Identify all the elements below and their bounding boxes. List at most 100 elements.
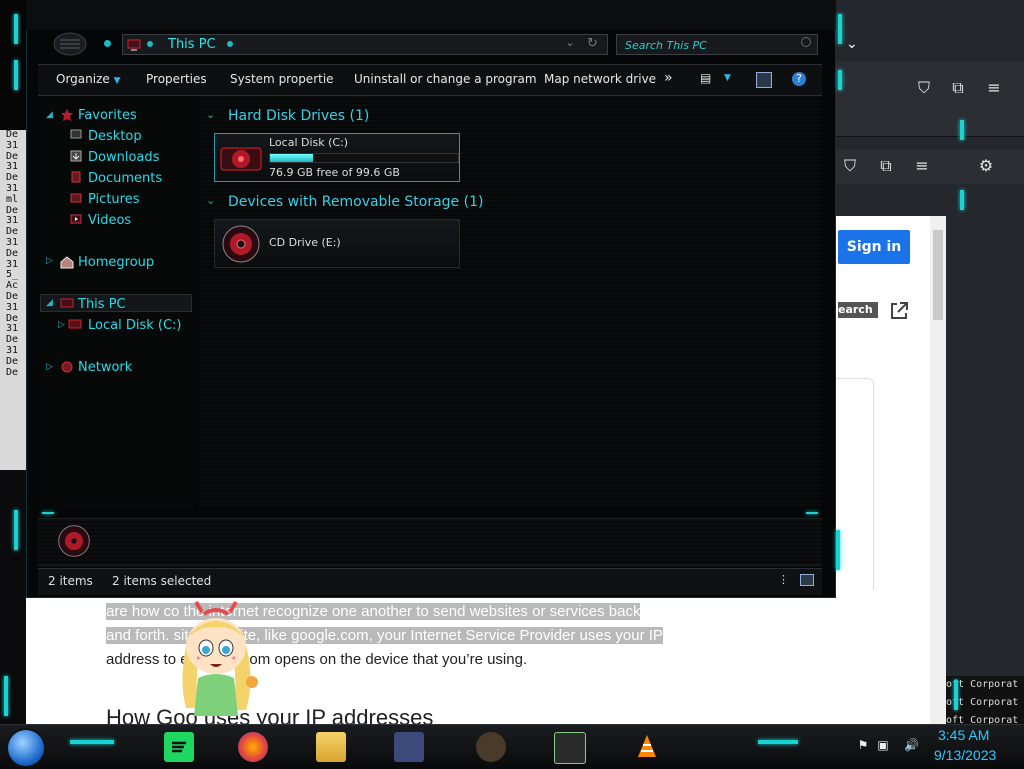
- more-commands-button[interactable]: »: [664, 70, 673, 86]
- clock-time[interactable]: 3:45 AM: [938, 727, 989, 743]
- taskbar-accent: [70, 740, 114, 744]
- breadcrumb-separator-icon[interactable]: [227, 41, 233, 47]
- group-hard-disk-drives[interactable]: Hard Disk Drives (1): [228, 108, 369, 124]
- homegroup-icon: [60, 256, 74, 269]
- spotify-app-icon[interactable]: [164, 732, 194, 762]
- system-properties-button[interactable]: System propertie: [230, 72, 334, 86]
- nav-pictures[interactable]: Pictures: [88, 192, 139, 207]
- clock-date[interactable]: 9/13/2023: [934, 747, 996, 763]
- map-network-drive-button[interactable]: Map network drive: [544, 72, 656, 86]
- firefox-app-icon[interactable]: [238, 732, 268, 762]
- breadcrumb-separator-icon[interactable]: [147, 41, 153, 47]
- frame-accent: [806, 512, 818, 514]
- nav-local-disk[interactable]: Local Disk (C:): [88, 318, 181, 333]
- address-dropdown-icon[interactable]: ⌄: [565, 35, 575, 49]
- expand-arrow-icon[interactable]: ▷: [46, 362, 53, 372]
- chevron-down-icon[interactable]: ⌄: [846, 36, 858, 52]
- hard-disk-icon: [220, 147, 262, 171]
- search-box[interactable]: [616, 34, 818, 55]
- expand-arrow-icon[interactable]: ◢: [46, 110, 53, 120]
- terminal-line: De: [6, 355, 19, 367]
- desktop-icon: [70, 129, 82, 139]
- downloads-icon: [70, 150, 82, 162]
- drive-c-usage-fill: [270, 154, 313, 162]
- menu-icon[interactable]: ≡: [984, 78, 1004, 98]
- sign-in-button[interactable]: Sign in: [838, 230, 910, 264]
- extensions-icon[interactable]: ⧉: [948, 78, 968, 98]
- menu-icon[interactable]: ≡: [912, 156, 932, 176]
- secondary-toolbar: ⛉ ⧉ ≡ ⚙: [836, 150, 1024, 184]
- nav-downloads[interactable]: Downloads: [88, 150, 159, 165]
- chevron-down-icon[interactable]: ▼: [724, 73, 731, 83]
- user-app-icon[interactable]: [476, 732, 506, 762]
- content-card: [836, 378, 874, 591]
- search-icon[interactable]: [801, 37, 811, 47]
- vlc-app-icon[interactable]: [632, 732, 662, 762]
- scrollbar[interactable]: [930, 216, 946, 724]
- search-input[interactable]: [623, 36, 797, 54]
- window-titlebar[interactable]: [26, 0, 836, 30]
- address-bar[interactable]: This PC ⌄ ↻: [122, 34, 608, 55]
- drive-e-name: CD Drive (E:): [269, 236, 341, 249]
- selected-count: 2 items selected: [112, 574, 212, 588]
- volume-icon[interactable]: 🔊: [904, 738, 919, 752]
- network-status-icon[interactable]: ▣: [876, 738, 890, 752]
- terminal-line: De: [6, 366, 19, 378]
- nav-desktop[interactable]: Desktop: [88, 129, 142, 144]
- network-icon: [61, 361, 73, 373]
- nav-videos[interactable]: Videos: [88, 213, 131, 228]
- flag-icon[interactable]: ⚑: [856, 738, 870, 752]
- extensions-icon[interactable]: ⧉: [876, 156, 896, 176]
- large-icons-view-icon[interactable]: [800, 574, 814, 586]
- nav-homegroup[interactable]: Homegroup: [78, 255, 154, 270]
- address-text[interactable]: This PC: [168, 37, 216, 52]
- command-bar: Organize ▼ Properties System propertie U…: [38, 64, 822, 96]
- recent-pages-icon[interactable]: [104, 40, 111, 47]
- frame-accent: [838, 14, 842, 44]
- file-explorer-app-icon[interactable]: [316, 732, 346, 762]
- control-panel-app-icon[interactable]: [394, 732, 424, 762]
- drive-tile-e[interactable]: CD Drive (E:): [214, 219, 460, 268]
- uninstall-program-button[interactable]: Uninstall or change a program: [354, 72, 537, 86]
- nav-this-pc[interactable]: This PC: [78, 297, 126, 312]
- group-collapse-icon[interactable]: ⌄: [206, 194, 215, 207]
- back-forward-button[interactable]: [52, 30, 88, 58]
- open-external-icon[interactable]: [888, 300, 910, 322]
- drive-tile-c[interactable]: Local Disk (C:) 76.9 GB free of 99.6 GB: [214, 133, 460, 182]
- hxd-app-icon[interactable]: [554, 732, 586, 764]
- properties-button[interactable]: Properties: [146, 72, 207, 86]
- nav-documents[interactable]: Documents: [88, 171, 162, 186]
- scrollbar-lower[interactable]: [932, 676, 946, 724]
- refresh-icon[interactable]: ↻: [587, 36, 598, 51]
- taskbar-accent: [758, 740, 798, 744]
- frame-accent: [954, 680, 958, 710]
- pocket-icon[interactable]: ⛉: [914, 78, 934, 98]
- preview-pane-icon[interactable]: [756, 72, 772, 88]
- computer-icon: [127, 39, 141, 51]
- frame-accent: [14, 14, 18, 44]
- group-collapse-icon[interactable]: ⌄: [206, 108, 215, 121]
- nav-favorites[interactable]: Favorites: [78, 108, 137, 123]
- search-label: earch: [838, 302, 878, 318]
- group-removable-storage[interactable]: Devices with Removable Storage (1): [228, 194, 483, 210]
- organize-menu[interactable]: Organize ▼: [56, 72, 121, 86]
- frame-accent: [960, 120, 964, 140]
- expand-arrow-icon[interactable]: ▷: [58, 320, 65, 330]
- start-button[interactable]: [8, 730, 44, 766]
- collapse-arrow-icon[interactable]: ◢: [46, 298, 53, 308]
- this-pc-icon: [60, 298, 74, 308]
- terminal-line: ml: [6, 193, 19, 205]
- expand-arrow-icon[interactable]: ▷: [46, 256, 53, 266]
- frame-accent: [14, 510, 18, 550]
- view-options-icon[interactable]: ▤: [700, 71, 711, 85]
- cd-drive-icon: [222, 225, 260, 263]
- frame-accent: [14, 60, 18, 90]
- drive-c-name: Local Disk (C:): [269, 136, 349, 149]
- nav-network[interactable]: Network: [78, 360, 132, 375]
- help-icon[interactable]: ?: [792, 72, 806, 86]
- details-view-icon[interactable]: ⋮: [778, 573, 789, 586]
- frame-accent: [42, 512, 54, 514]
- browser-toolbar: ⛉ ⧉ ≡: [836, 62, 1024, 137]
- settings-gear-icon[interactable]: ⚙: [976, 156, 996, 176]
- pocket-icon[interactable]: ⛉: [840, 156, 860, 176]
